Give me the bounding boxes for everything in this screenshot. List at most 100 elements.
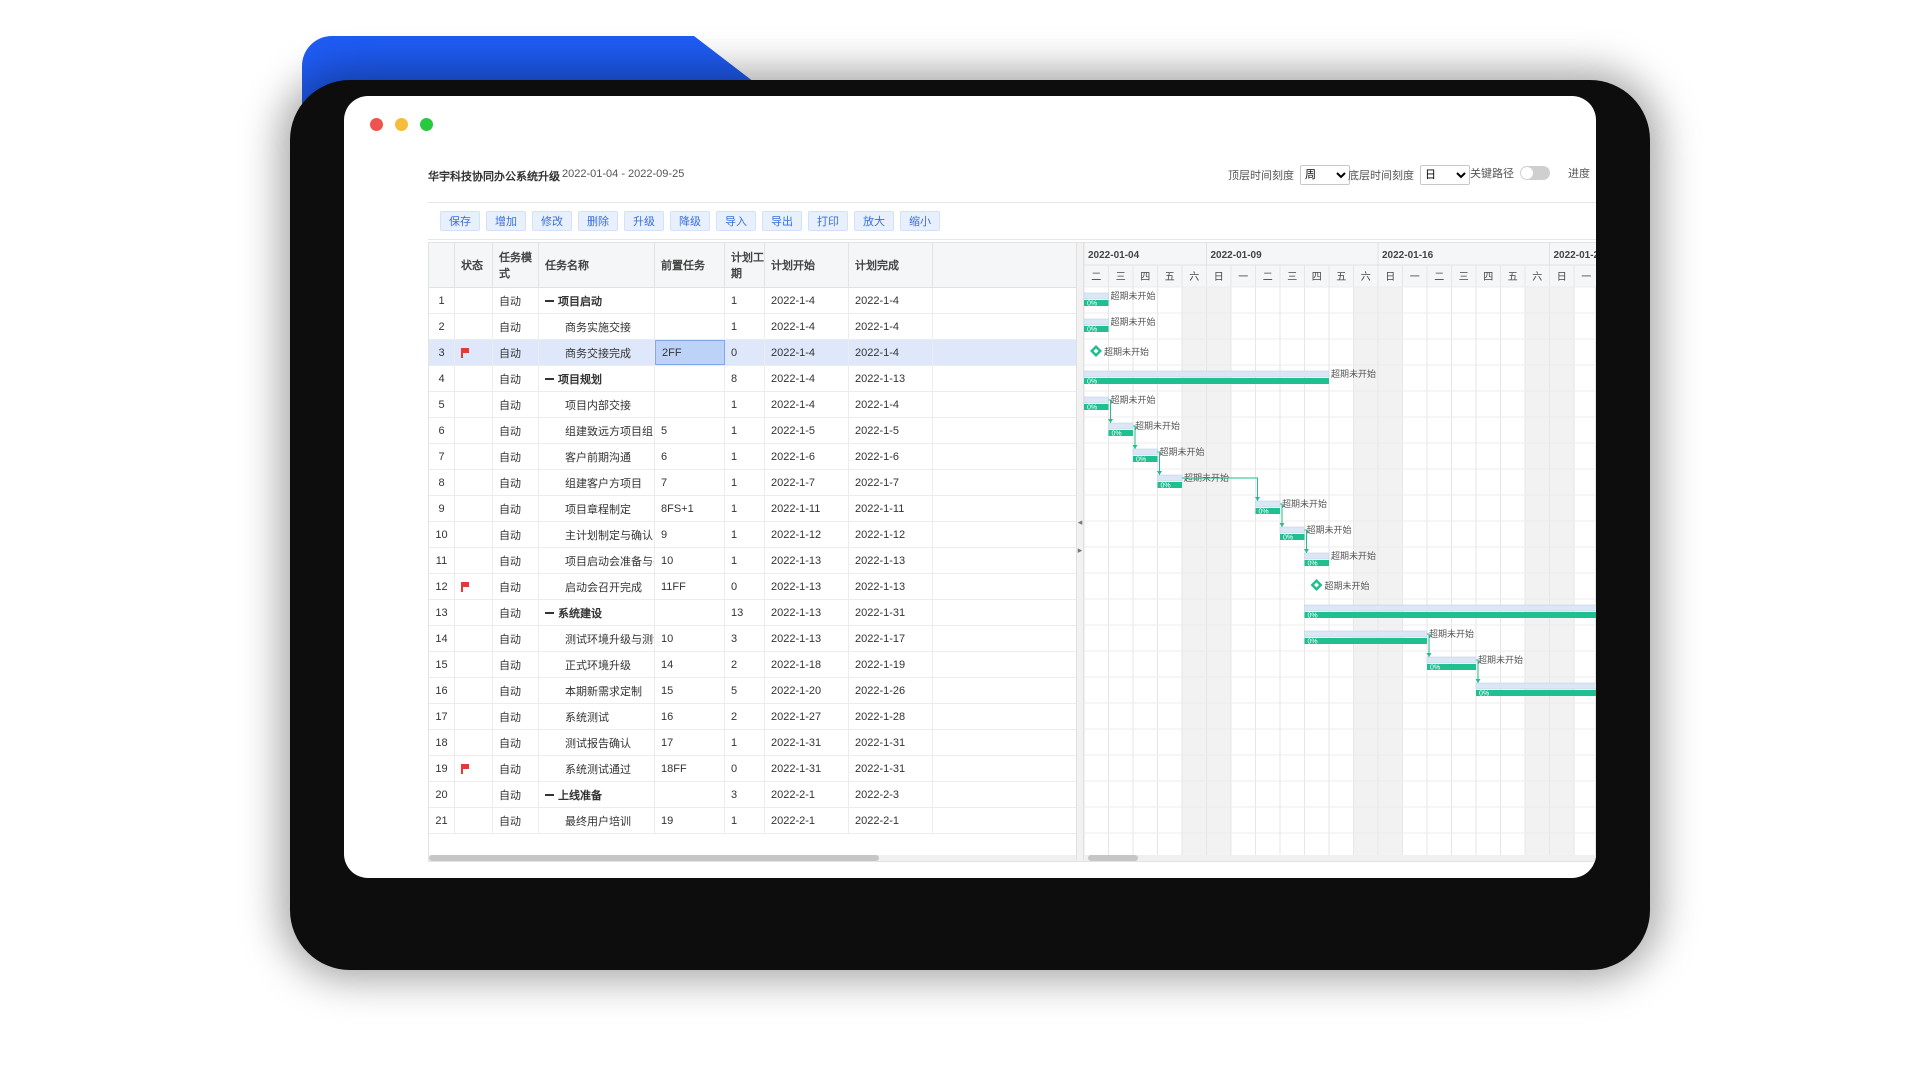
duration[interactable]: 2 — [725, 704, 765, 729]
task-name-cell[interactable]: 测试环境升级与测试 — [539, 626, 655, 651]
table-scroll-thumb[interactable] — [429, 855, 879, 861]
table-row[interactable]: 3 自动 商务交接完成 2FF 0 2022-1-4 2022-1-4 — [429, 340, 1076, 366]
status-cell[interactable] — [455, 288, 493, 313]
duration[interactable]: 1 — [725, 444, 765, 469]
duration[interactable]: 1 — [725, 314, 765, 339]
planned-start[interactable]: 2022-1-27 — [765, 704, 849, 729]
planned-end[interactable]: 2022-1-17 — [849, 626, 933, 651]
row-number[interactable]: 3 — [429, 340, 455, 365]
task-mode[interactable]: 自动 — [493, 678, 539, 703]
header-duration[interactable]: 计划工期 — [725, 243, 765, 287]
row-number[interactable]: 4 — [429, 366, 455, 391]
table-row[interactable]: 20 自动 上线准备 3 2022-2-1 2022-2-3 — [429, 782, 1076, 808]
task-mode[interactable]: 自动 — [493, 444, 539, 469]
task-name-cell[interactable]: 系统测试通过 — [539, 756, 655, 781]
task-mode[interactable]: 自动 — [493, 600, 539, 625]
zoom-out-button[interactable]: 缩小 — [900, 211, 940, 231]
task-plan-bar[interactable] — [1084, 396, 1109, 404]
predecessor[interactable]: 19 — [655, 808, 725, 833]
task-mode[interactable]: 自动 — [493, 314, 539, 339]
close-window-button[interactable] — [370, 118, 383, 131]
pane-splitter[interactable]: ◂ ▸ — [1076, 243, 1084, 861]
minimize-window-button[interactable] — [395, 118, 408, 131]
duration[interactable]: 1 — [725, 288, 765, 313]
task-name-cell[interactable]: 商务实施交接 — [539, 314, 655, 339]
duration[interactable]: 0 — [725, 340, 765, 365]
duration[interactable]: 0 — [725, 574, 765, 599]
planned-start[interactable]: 2022-2-1 — [765, 808, 849, 833]
task-mode[interactable]: 自动 — [493, 340, 539, 365]
chart-scroll-thumb[interactable] — [1088, 855, 1138, 861]
status-cell[interactable] — [455, 626, 493, 651]
status-cell[interactable] — [455, 496, 493, 521]
duration[interactable]: 1 — [725, 470, 765, 495]
task-mode[interactable]: 自动 — [493, 626, 539, 651]
task-name-cell[interactable]: 项目内部交接 — [539, 392, 655, 417]
predecessor[interactable]: 2FF — [655, 340, 725, 365]
duration[interactable]: 1 — [725, 392, 765, 417]
table-row[interactable]: 2 自动 商务实施交接 1 2022-1-4 2022-1-4 — [429, 314, 1076, 340]
table-row[interactable]: 6 自动 组建致远方项目组 5 1 2022-1-5 2022-1-5 — [429, 418, 1076, 444]
planned-start[interactable]: 2022-1-4 — [765, 366, 849, 391]
task-name-cell[interactable]: 系统测试 — [539, 704, 655, 729]
row-number[interactable]: 18 — [429, 730, 455, 755]
table-row[interactable]: 7 自动 客户前期沟通 6 1 2022-1-6 2022-1-6 — [429, 444, 1076, 470]
planned-end[interactable]: 2022-1-13 — [849, 574, 933, 599]
status-cell[interactable] — [455, 418, 493, 443]
predecessor[interactable]: 6 — [655, 444, 725, 469]
table-row[interactable]: 5 自动 项目内部交接 1 2022-1-4 2022-1-4 — [429, 392, 1076, 418]
duration[interactable]: 1 — [725, 418, 765, 443]
duration[interactable]: 1 — [725, 730, 765, 755]
row-number[interactable]: 9 — [429, 496, 455, 521]
print-button[interactable]: 打印 — [808, 211, 848, 231]
planned-end[interactable]: 2022-1-13 — [849, 548, 933, 573]
row-number[interactable]: 8 — [429, 470, 455, 495]
row-number[interactable]: 19 — [429, 756, 455, 781]
duration[interactable]: 1 — [725, 548, 765, 573]
table-row[interactable]: 17 自动 系统测试 16 2 2022-1-27 2022-1-28 — [429, 704, 1076, 730]
status-cell[interactable] — [455, 782, 493, 807]
export-button[interactable]: 导出 — [762, 211, 802, 231]
planned-start[interactable]: 2022-1-4 — [765, 314, 849, 339]
duration[interactable]: 8 — [725, 366, 765, 391]
table-row[interactable]: 21 自动 最终用户培训 19 1 2022-2-1 2022-2-1 — [429, 808, 1076, 834]
row-number[interactable]: 20 — [429, 782, 455, 807]
planned-end[interactable]: 2022-1-5 — [849, 418, 933, 443]
table-row[interactable]: 12 自动 启动会召开完成 11FF 0 2022-1-13 2022-1-13 — [429, 574, 1076, 600]
predecessor[interactable]: 10 — [655, 626, 725, 651]
table-horizontal-scrollbar[interactable] — [429, 855, 1076, 861]
predecessor[interactable] — [655, 366, 725, 391]
predecessor[interactable]: 11FF — [655, 574, 725, 599]
task-mode[interactable]: 自动 — [493, 288, 539, 313]
task-mode[interactable]: 自动 — [493, 782, 539, 807]
planned-start[interactable]: 2022-1-20 — [765, 678, 849, 703]
planned-end[interactable]: 2022-1-11 — [849, 496, 933, 521]
planned-start[interactable]: 2022-1-11 — [765, 496, 849, 521]
predecessor[interactable]: 17 — [655, 730, 725, 755]
task-plan-bar[interactable] — [1084, 318, 1109, 326]
row-number[interactable]: 16 — [429, 678, 455, 703]
task-name-cell[interactable]: 启动会召开完成 — [539, 574, 655, 599]
planned-start[interactable]: 2022-1-6 — [765, 444, 849, 469]
planned-start[interactable]: 2022-1-4 — [765, 340, 849, 365]
task-name-cell[interactable]: 正式环境升级 — [539, 652, 655, 677]
predecessor[interactable]: 15 — [655, 678, 725, 703]
predecessor[interactable]: 8FS+1 — [655, 496, 725, 521]
planned-start[interactable]: 2022-2-1 — [765, 782, 849, 807]
duration[interactable]: 3 — [725, 782, 765, 807]
planned-end[interactable]: 2022-1-13 — [849, 366, 933, 391]
task-name-cell[interactable]: 客户前期沟通 — [539, 444, 655, 469]
planned-end[interactable]: 2022-1-26 — [849, 678, 933, 703]
planned-start[interactable]: 2022-1-4 — [765, 392, 849, 417]
table-row[interactable]: 18 自动 测试报告确认 17 1 2022-1-31 2022-1-31 — [429, 730, 1076, 756]
task-plan-bar[interactable] — [1132, 448, 1158, 456]
status-cell[interactable] — [455, 730, 493, 755]
predecessor[interactable] — [655, 392, 725, 417]
task-mode[interactable]: 自动 — [493, 756, 539, 781]
row-number[interactable]: 14 — [429, 626, 455, 651]
task-name-cell[interactable]: 上线准备 — [539, 782, 655, 807]
status-cell[interactable] — [455, 340, 493, 365]
predecessor[interactable]: 5 — [655, 418, 725, 443]
task-name-cell[interactable]: 组建致远方项目组 — [539, 418, 655, 443]
status-cell[interactable] — [455, 314, 493, 339]
